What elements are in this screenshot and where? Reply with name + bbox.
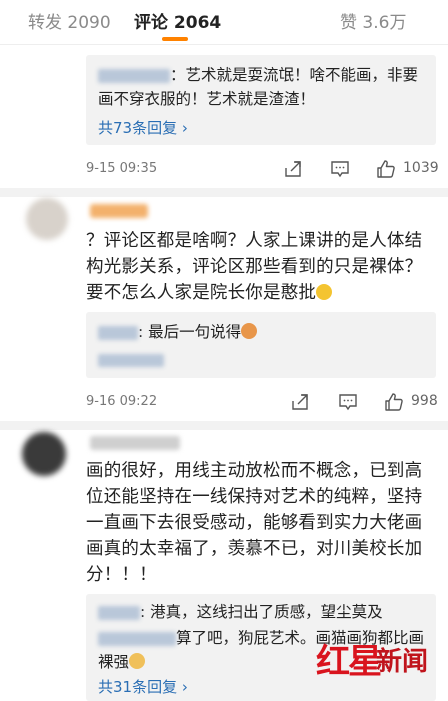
reply-text-cont: 画不穿衣服的！艺术就是渣渣！ <box>98 90 316 108</box>
share-icon[interactable] <box>290 392 310 412</box>
comment-tabs: 转发 2090 评论 2064 赞 3.6万 <box>0 0 448 45</box>
blurred-text <box>98 354 164 367</box>
comment-text: 画的很好，用线主动放松而不概念，已到高 <box>86 461 423 481</box>
comment-text: 要不怎么人家是院长你是憨批 <box>86 280 333 306</box>
like-count: 998 <box>411 393 438 409</box>
smile-emoji-icon <box>316 284 333 300</box>
comment-text: 分！！！ <box>86 565 157 585</box>
comment-text: 位还能坚持在一线保持对艺术的纯粹，坚持 <box>86 487 423 507</box>
blurred-username[interactable] <box>98 631 176 646</box>
praying-hands-emoji-icon <box>241 323 258 339</box>
reply-text: : 最后一句说得 <box>138 323 242 341</box>
blurred-username[interactable] <box>98 68 170 83</box>
blurred-more-replies[interactable] <box>98 350 164 369</box>
reply-item: : 最后一句说得 <box>98 320 258 344</box>
news-watermark-logo: 红星 新闻 <box>316 640 444 684</box>
divider <box>0 188 448 197</box>
blurred-username[interactable] <box>90 436 180 450</box>
reply-text: : 港真，这线扫出了质感，望尘莫及 <box>140 603 383 621</box>
comment-meta-bar: 9-16 09:22 998 <box>0 388 448 418</box>
comment-text: 一直画下去很受感动，能够看到实力大佬画 <box>86 513 423 533</box>
blurred-username[interactable] <box>98 325 138 340</box>
watermark-text: 红星 <box>316 642 382 682</box>
blurred-username[interactable] <box>98 605 140 620</box>
comment-time: 9-16 09:22 <box>86 394 158 409</box>
watermark-text: 新闻 <box>376 647 429 677</box>
blurred-username[interactable] <box>90 204 148 218</box>
comment-text: 画真的太幸福了，羡慕不已，对川美校长加 <box>86 539 423 559</box>
divider <box>0 421 448 430</box>
share-icon[interactable] <box>283 159 303 179</box>
reply-item: ：艺术就是耍流氓！啥不能画，非要 <box>98 63 418 87</box>
like-icon[interactable] <box>376 159 396 179</box>
reply-item: : 港真，这线扫出了质感，望尘莫及 <box>98 600 383 624</box>
more-replies-link[interactable]: 共73条回复 › <box>98 117 188 138</box>
reply-text: 裸强 <box>98 653 130 671</box>
avatar[interactable] <box>22 432 66 476</box>
comment-text-line: 要不怎么人家是院长你是憨批 <box>86 283 317 303</box>
reply-box: ：艺术就是耍流氓！啥不能画，非要 画不穿衣服的！艺术就是渣渣！ 共73条回复 › <box>86 55 436 145</box>
comment-text: ？评论区都是啥啊？人家上课讲的是人体结 <box>86 231 423 251</box>
tab-likes[interactable]: 赞 3.6万 <box>340 8 406 33</box>
comment-icon[interactable] <box>330 159 350 179</box>
reply-text: ：艺术就是耍流氓！啥不能画，非要 <box>170 66 419 84</box>
comment-time: 9-15 09:35 <box>86 161 158 176</box>
comment-text: 构光影关系，评论区那些看到的只是裸体？ <box>86 257 423 277</box>
more-replies-link[interactable]: 共31条回复 › <box>98 676 188 697</box>
tab-repost[interactable]: 转发 2090 <box>28 8 111 33</box>
comment-icon[interactable] <box>338 392 358 412</box>
active-tab-indicator <box>162 37 188 41</box>
reply-box: : 最后一句说得 <box>86 312 436 378</box>
like-icon[interactable] <box>384 392 404 412</box>
avatar[interactable] <box>26 198 68 240</box>
tab-comments[interactable]: 评论 2064 <box>134 8 221 33</box>
emoji-icon <box>129 653 146 669</box>
comment-meta-bar: 9-15 09:35 1039 <box>0 155 448 185</box>
like-count: 1039 <box>403 160 439 176</box>
reply-text-cont: 裸强 <box>98 650 146 674</box>
